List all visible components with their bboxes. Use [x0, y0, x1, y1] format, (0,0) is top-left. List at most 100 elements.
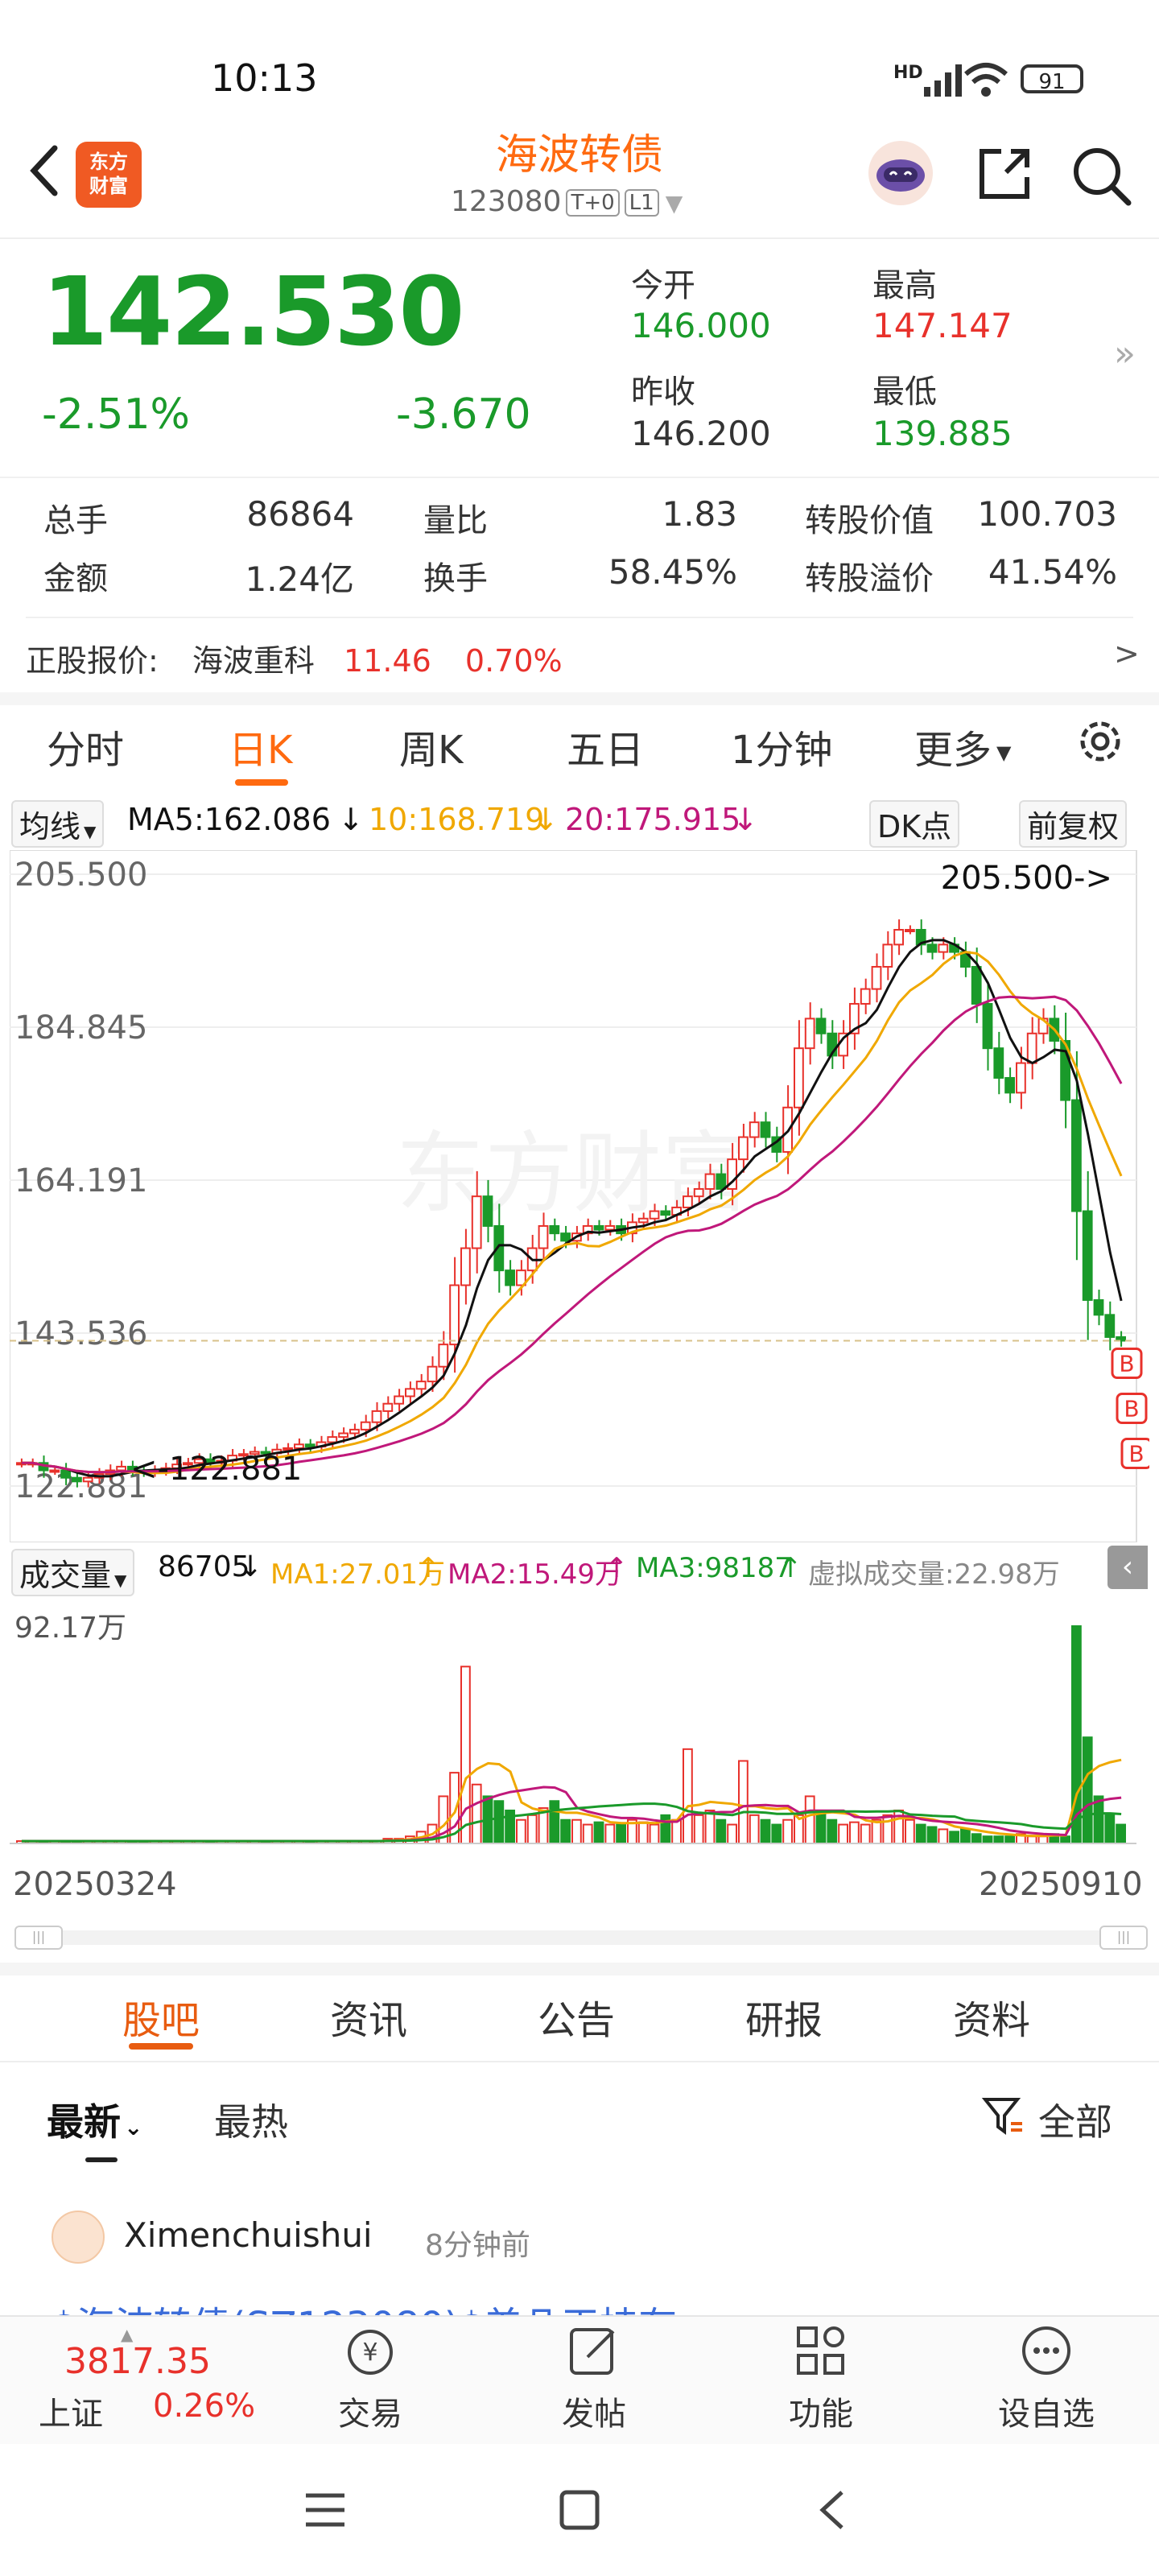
candle [760, 1121, 771, 1138]
post-username[interactable]: Ximenchuishui [124, 2215, 373, 2255]
home-icon[interactable] [555, 2486, 604, 2534]
volume-bar [905, 1818, 915, 1844]
arrow-down-icon: ↓ [533, 802, 559, 837]
tab-profile[interactable]: 资料 [953, 1988, 1030, 2045]
candle [637, 1217, 649, 1224]
underlying-stock-row[interactable]: 正股报价: 海波重科 11.46 0.70% [26, 636, 563, 680]
share-icon[interactable] [974, 143, 1035, 204]
caret-down-icon: ▼ [996, 741, 1012, 764]
y-axis-label: 184.845 [14, 1009, 147, 1046]
avatar[interactable] [52, 2211, 105, 2264]
volume-bar [938, 1828, 949, 1844]
change-amount: -3.670 [396, 390, 531, 439]
candle [560, 1232, 571, 1242]
volume-bar [549, 1800, 560, 1844]
prev-close-label: 昨收 [631, 374, 695, 411]
trade-label[interactable]: 交易 [306, 2388, 435, 2434]
tab-daily-k[interactable]: 日K [229, 718, 292, 774]
functions-label[interactable]: 功能 [757, 2388, 885, 2434]
apps-grid-icon[interactable] [790, 2320, 852, 2381]
index-value[interactable]: 3817.35 [64, 2341, 211, 2382]
candle [294, 1443, 304, 1449]
volume-bar [849, 1821, 860, 1845]
bond-code-row[interactable]: 123080 T+0 L1 ▼ [451, 185, 683, 218]
chevron-right-icon[interactable]: > [1114, 636, 1140, 671]
tab-announcements[interactable]: 公告 [538, 1988, 615, 2045]
candle [394, 1395, 405, 1405]
volume-bar [1026, 1835, 1037, 1844]
tab-guba[interactable]: 股吧 [122, 1988, 200, 2045]
candle [871, 965, 882, 990]
volume-bar [915, 1823, 926, 1844]
buy-marker: B [1111, 1348, 1143, 1380]
volume-max-label: 92.17万 [14, 1612, 126, 1645]
divider [0, 477, 1159, 478]
volume-bar [749, 1814, 760, 1844]
tab-news[interactable]: 资讯 [330, 1988, 407, 2045]
back-icon[interactable] [810, 2486, 858, 2534]
volume-bar [971, 1833, 982, 1845]
section-divider [0, 692, 1159, 705]
kline-chart[interactable]: 205.500184.845164.191143.536122.881东方财富2… [10, 850, 1149, 1542]
collapse-arrow-icon[interactable]: ‹ [1107, 1546, 1148, 1589]
volume-bar [1116, 1823, 1126, 1844]
volume-bar [493, 1800, 505, 1844]
search-icon[interactable] [1069, 143, 1133, 208]
filter-icon[interactable] [980, 2093, 1025, 2138]
candle [471, 1195, 482, 1249]
volume-label: 总手 [43, 502, 108, 539]
filter-label[interactable]: 全部 [1038, 2093, 1112, 2146]
volume-bar [1004, 1835, 1015, 1844]
assistant-robot-icon[interactable] [866, 138, 935, 208]
volume-bar [604, 1823, 616, 1844]
tab-more[interactable]: 更多 ▼ [914, 718, 1011, 774]
scroll-handle-right[interactable]: ||| [1099, 1926, 1148, 1950]
amount-label: 金额 [43, 560, 108, 597]
watchlist-label[interactable]: 设自选 [982, 2388, 1111, 2434]
tab-research[interactable]: 研报 [745, 1988, 823, 2045]
candle [926, 943, 938, 953]
menu-icon[interactable] [301, 2486, 349, 2534]
low-value: 139.885 [872, 414, 1013, 453]
trade-icon[interactable]: ¥ [340, 2320, 401, 2381]
more-circle-icon[interactable] [1016, 2320, 1077, 2381]
gear-icon[interactable] [1072, 713, 1128, 770]
ma-selector[interactable]: 均线 ▼ [11, 800, 105, 848]
compose-icon[interactable] [563, 2320, 625, 2381]
candle [905, 928, 915, 932]
candle [683, 1195, 693, 1208]
volume-selector-label: 成交量 [19, 1558, 112, 1593]
ma-selector-label: 均线 [19, 809, 81, 844]
tab-five-day[interactable]: 五日 [567, 718, 644, 774]
chart-scrollbar[interactable] [14, 1930, 1145, 1945]
sort-newest[interactable]: 最新 ⌄ [47, 2093, 142, 2146]
start-date: 20250324 [13, 1866, 177, 1903]
candle [1071, 1099, 1082, 1212]
volume-bar [649, 1823, 660, 1844]
volume-bar [560, 1818, 571, 1844]
post-label[interactable]: 发帖 [530, 2388, 658, 2434]
ma-legend-bar: 均线 ▼ MA5:162.086 ↓ 10:168.719 ↓ 20:175.91… [0, 797, 1159, 848]
sort-hot[interactable]: 最热 [214, 2093, 288, 2146]
divider [26, 617, 1133, 618]
network-indicator: HD [893, 63, 923, 83]
tab-intraday[interactable]: 分时 [47, 718, 124, 774]
expand-chevrons-icon[interactable]: » [1114, 333, 1136, 374]
dk-point-toggle[interactable]: DK点 [869, 800, 960, 848]
volume-indicator-selector[interactable]: 成交量 ▼ [11, 1549, 135, 1596]
tab-one-minute[interactable]: 1分钟 [731, 718, 833, 774]
candle [604, 1224, 616, 1231]
volume-bar [716, 1818, 727, 1844]
volume-chart[interactable]: 92.17万 [10, 1602, 1149, 1860]
candle [304, 1443, 316, 1448]
candle [405, 1388, 415, 1397]
adjust-toggle[interactable]: 前复权 [1019, 800, 1128, 848]
low-label: 最低 [872, 374, 937, 411]
scroll-handle-left[interactable]: ||| [14, 1926, 63, 1950]
candle [549, 1224, 560, 1235]
tab-weekly-k[interactable]: 周K [399, 718, 463, 774]
candle [794, 1047, 804, 1108]
arrow-down-icon: ↓ [338, 802, 364, 837]
volume-bar [571, 1818, 582, 1844]
volume-bar [471, 1783, 482, 1844]
